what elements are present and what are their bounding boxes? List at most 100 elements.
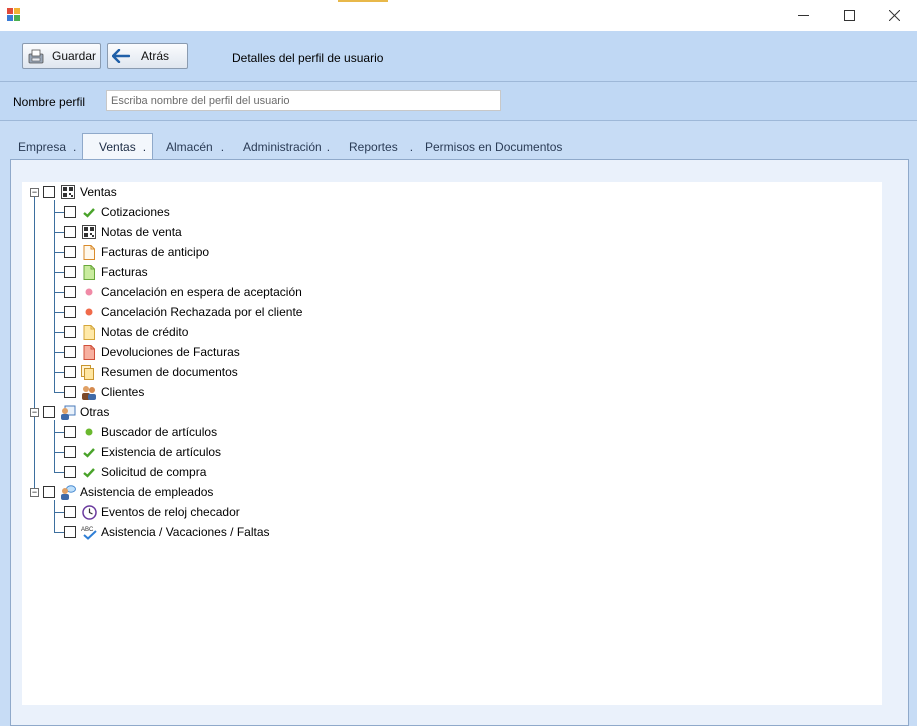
back-button[interactable]: Atrás: [107, 43, 188, 69]
tree-item-notas-venta[interactable]: Notas de venta: [64, 222, 182, 242]
tab-ventas-label: Ventas: [99, 140, 136, 154]
tree-connector: [54, 472, 64, 473]
tab-ventas-suffix: .: [142, 140, 147, 154]
tab-ventas[interactable]: Ventas .: [82, 133, 154, 160]
tab-empresa[interactable]: Empresa .: [18, 136, 76, 158]
collapse-icon[interactable]: −: [30, 407, 39, 417]
tree-connector: [54, 312, 64, 313]
tree-item-notas-credito[interactable]: Notas de crédito: [64, 322, 188, 342]
checkbox[interactable]: [64, 386, 76, 398]
title-accent: [338, 0, 388, 2]
tree-item-label: Cotizaciones: [101, 205, 170, 219]
tab-almacen[interactable]: Almacén .: [166, 136, 224, 158]
tree-group-label: Ventas: [80, 185, 117, 199]
green-check-icon: [81, 444, 97, 460]
green-dot-icon: [81, 424, 97, 440]
document-orange-icon: [81, 244, 97, 260]
tree-connector: [54, 252, 64, 253]
tree-item-asistencia-vacaciones[interactable]: ABC Asistencia / Vacaciones / Faltas: [64, 522, 270, 542]
checkbox[interactable]: [64, 526, 76, 538]
checkbox[interactable]: [64, 286, 76, 298]
checkbox[interactable]: [64, 446, 76, 458]
tree-item-label: Devoluciones de Facturas: [101, 345, 240, 359]
checkbox[interactable]: [64, 346, 76, 358]
tree-item-clientes[interactable]: Clientes: [64, 382, 144, 402]
document-yellow-icon: [81, 324, 97, 340]
tree-group-asistencia[interactable]: − Asistencia de empleados: [30, 482, 213, 502]
tab-permisos-documentos[interactable]: Permisos en Documentos: [425, 136, 562, 158]
tree-connector: [54, 352, 64, 353]
tree-group-otras[interactable]: − Otras: [30, 402, 109, 422]
tab-reportes-label: Reportes: [349, 140, 398, 154]
tab-almacen-suffix: .: [220, 140, 225, 154]
tree-item-label: Clientes: [101, 385, 145, 399]
tab-administracion-suffix: .: [326, 140, 331, 154]
pink-dot-icon: [81, 284, 97, 300]
clock-icon: [81, 504, 97, 520]
tree-item-label: Eventos de reloj checador: [101, 505, 240, 519]
profile-name-label: Nombre perfil: [13, 95, 86, 109]
tree-group-ventas[interactable]: − Ventas: [30, 182, 117, 202]
checkbox[interactable]: [64, 326, 76, 338]
tree-line-otras: [54, 420, 55, 472]
user-card-icon: [60, 404, 76, 420]
tree-item-solicitud-compra[interactable]: Solicitud de compra: [64, 462, 206, 482]
tree-item-eventos-reloj[interactable]: Eventos de reloj checador: [64, 502, 240, 522]
close-button[interactable]: [871, 0, 917, 31]
checkbox[interactable]: [64, 506, 76, 518]
tab-administracion[interactable]: Administración .: [243, 136, 330, 158]
checkbox[interactable]: [64, 306, 76, 318]
tree-item-resumen-documentos[interactable]: Resumen de documentos: [64, 362, 238, 382]
qr-grid-icon: [81, 224, 97, 240]
checkbox[interactable]: [64, 266, 76, 278]
checkbox[interactable]: [64, 466, 76, 478]
close-icon: [888, 10, 900, 21]
tree-item-cancelacion-espera[interactable]: Cancelación en espera de aceptación: [64, 282, 302, 302]
tree-connector: [54, 432, 64, 433]
checkbox[interactable]: [43, 186, 55, 198]
checkbox[interactable]: [64, 366, 76, 378]
maximize-button[interactable]: [826, 0, 872, 31]
checkbox[interactable]: [64, 426, 76, 438]
tree-item-label: Facturas: [101, 265, 148, 279]
tree-item-label: Facturas de anticipo: [101, 245, 210, 259]
checkbox[interactable]: [43, 406, 55, 418]
red-dot-icon: [81, 304, 97, 320]
minimize-icon: [797, 15, 809, 16]
tree-item-label: Buscador de artículos: [101, 425, 218, 439]
tab-empresa-suffix: .: [73, 140, 77, 154]
tree-connector: [54, 372, 64, 373]
tree-item-existencia-articulos[interactable]: Existencia de artículos: [64, 442, 221, 462]
people-icon: [81, 384, 97, 400]
profile-name-input[interactable]: [106, 90, 501, 111]
tree-connector: [54, 272, 64, 273]
collapse-icon[interactable]: −: [30, 487, 39, 497]
checkbox[interactable]: [64, 206, 76, 218]
tree-item-cotizaciones[interactable]: Cotizaciones: [64, 202, 170, 222]
tree-line-root: [34, 196, 35, 492]
tree-item-buscador-articulos[interactable]: Buscador de artículos: [64, 422, 217, 442]
checkbox[interactable]: [64, 246, 76, 258]
tree-group-label: Otras: [80, 405, 110, 419]
tree-item-facturas[interactable]: Facturas: [64, 262, 148, 282]
checkbox[interactable]: [43, 486, 55, 498]
tree-item-label: Solicitud de compra: [101, 465, 207, 479]
save-button[interactable]: Guardar: [22, 43, 101, 69]
minimize-button[interactable]: [780, 0, 826, 31]
user-chat-icon: [60, 484, 76, 500]
collapse-icon[interactable]: −: [30, 187, 39, 197]
permissions-tree[interactable]: − Ventas Cotizaciones Notas de venta Fac…: [22, 182, 882, 705]
tree-item-label: Resumen de documentos: [101, 365, 238, 379]
tab-reportes[interactable]: Reportes .: [349, 136, 413, 158]
tree-line-ventas: [54, 200, 55, 392]
profile-name-row: Nombre perfil: [0, 82, 917, 121]
tree-item-cancelacion-rechazada[interactable]: Cancelación Rechazada por el cliente: [64, 302, 302, 322]
tree-connector: [54, 532, 64, 533]
tree-group-label: Asistencia de empleados: [80, 485, 214, 499]
tree-item-devoluciones-facturas[interactable]: Devoluciones de Facturas: [64, 342, 240, 362]
checkbox[interactable]: [64, 226, 76, 238]
tab-administracion-label: Administración: [243, 140, 322, 154]
tree-item-facturas-anticipo[interactable]: Facturas de anticipo: [64, 242, 209, 262]
window-titlebar: [0, 0, 917, 31]
green-check-icon: [81, 464, 97, 480]
